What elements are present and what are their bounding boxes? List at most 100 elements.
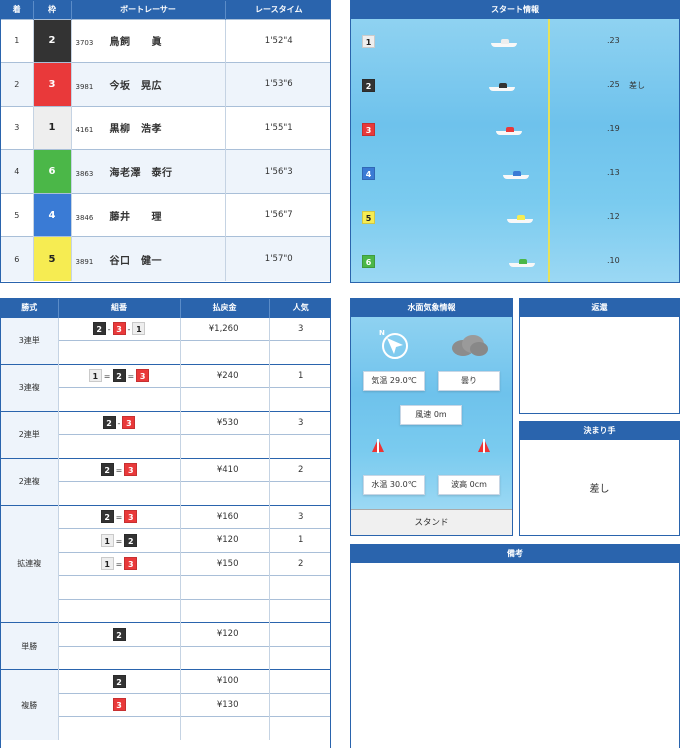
rank-cell: 3: [1, 105, 34, 150]
amount-cell: [180, 598, 270, 623]
compass-arrow-icon: N: [379, 329, 409, 359]
start-row: 4.13: [351, 153, 679, 199]
amount-cell: ¥120: [180, 528, 270, 552]
start-timing: .25: [607, 80, 620, 89]
race-time-cell: 1'56"3: [225, 149, 330, 194]
boat-cabin: [519, 259, 527, 264]
racer-cell: 4161 黒柳 浩孝: [71, 105, 226, 150]
rank-cell: 6: [1, 236, 34, 281]
start-timing: .10: [607, 256, 620, 265]
popularity-cell: 1: [269, 363, 330, 388]
popularity-cell: 1: [269, 528, 330, 552]
combo-cell: [58, 387, 181, 411]
payout-table: 勝式 組番 払戻金 人気 3連単 2-3-1 ¥1,260 3 3連複 1 = 2 = 3 ¥240 1 2連…: [1, 299, 330, 740]
waku-badge-3: 3: [136, 369, 150, 383]
wave-box: 波高 0cm: [438, 475, 500, 495]
start-row: 3.19: [351, 109, 679, 155]
table-row: 5 4 3846 藤井 理 1'56"7: [1, 192, 330, 237]
waku-badge-3: 3: [124, 463, 138, 477]
amount-cell: ¥410: [180, 457, 270, 482]
waku-badge-2: 2: [92, 322, 106, 336]
combo-separator: -: [117, 419, 121, 429]
popularity-cell: [269, 598, 330, 623]
boat-icon: [503, 171, 529, 179]
table-row: 単勝 2 ¥120: [1, 622, 330, 670]
waku-badge-6: 6: [362, 255, 375, 268]
table-row: 拡連複 2 = 3 ¥160 3: [1, 504, 330, 623]
combo-separator: -: [127, 325, 131, 335]
racer-name: 海老澤 泰行: [109, 168, 173, 180]
racer-name: 鳥飼 眞: [109, 37, 162, 49]
bet-type-cell: 拡連複: [1, 504, 59, 623]
combo-cell: 1 = 2 = 3: [58, 363, 181, 388]
waku-badge-2: 2: [112, 674, 126, 688]
combo-cell: [58, 340, 181, 364]
henkan-title: 返還: [520, 299, 679, 317]
race-time-cell: 1'57"0: [225, 236, 330, 281]
combo-separator: =: [115, 466, 123, 476]
waku-badge-3: 3: [112, 322, 126, 336]
kimarite-value: 差し: [589, 484, 610, 495]
waku-badge-1: 1: [362, 35, 375, 48]
payout-header-1: 組番: [58, 299, 181, 317]
amount-cell: ¥160: [180, 504, 270, 529]
combo-cell: 3: [58, 692, 181, 717]
waku-badge-1: 1: [88, 369, 102, 383]
start-row: 1.23: [351, 21, 679, 67]
racer-name: 今坂 晃広: [109, 80, 162, 92]
results-header-0: 着: [1, 1, 34, 19]
weather-box: 曇り: [438, 371, 500, 391]
combo-separator: =: [115, 560, 123, 570]
popularity-cell: [269, 340, 330, 364]
waku-badge-3: 3: [122, 416, 136, 430]
boat-icon: [509, 259, 535, 267]
rank-cell: 2: [1, 62, 34, 107]
table-row: 3連単 2-3-1 ¥1,260 3: [1, 316, 330, 364]
biko-title: 備考: [351, 545, 679, 563]
weather-water: N 気温 29.0℃ 曇り 風速 0m 水温 30.0℃ 波高 0cm: [351, 317, 512, 509]
combo-cell: [58, 645, 181, 670]
waku-badge-4: 4: [362, 167, 375, 180]
amount-cell: ¥130: [180, 692, 270, 717]
boat-cabin: [501, 39, 509, 44]
combo-separator: =: [127, 372, 135, 382]
combo-cell: 2: [58, 622, 181, 646]
combo-cell: 2-3: [58, 410, 181, 435]
temp-box: 気温 29.0℃: [363, 371, 425, 391]
buoy-icon: [477, 438, 491, 457]
henkan-panel: 返還: [519, 298, 680, 414]
biko-panel: 備考: [350, 544, 680, 748]
popularity-cell: [269, 387, 330, 411]
rank-cell: 4: [1, 149, 34, 194]
racer-name: 谷口 健一: [109, 255, 162, 267]
amount-cell: [180, 716, 270, 740]
waku-badge-2: 2: [124, 533, 138, 547]
table-row: 2連複 2 = 3 ¥410 2: [1, 457, 330, 505]
start-info-panel: スタート情報 1.23 2.25 差し 3.19 4.13 5.12 6.10: [350, 0, 680, 283]
results-header-1: 枠: [33, 1, 72, 19]
combo-cell: 2 = 3: [58, 504, 181, 529]
amount-cell: [180, 387, 270, 411]
racer-reg-number: 3846: [75, 213, 94, 222]
start-row: 6.10: [351, 241, 679, 282]
racer-reg-number: 3891: [75, 257, 94, 266]
combo-cell: [58, 481, 181, 505]
racer-cell: 3703 鳥飼 眞: [71, 18, 226, 63]
waku-badge-3: 3: [362, 123, 375, 136]
combo-cell: 2-3-1: [58, 316, 181, 341]
waku-badge-2: 2: [102, 416, 116, 430]
results-table: 着枠ボートレーサー レースタイム 1 2 3703 鳥飼 眞 1'52"4 2 3 3981 今坂…: [1, 1, 330, 281]
amount-cell: ¥120: [180, 622, 270, 646]
racer-reg-number: 4161: [75, 126, 94, 135]
boat-cabin: [506, 127, 514, 132]
race-time-cell: 1'55"1: [225, 105, 330, 150]
amount-cell: [180, 645, 270, 670]
bet-type-cell: 3連複: [1, 363, 59, 411]
popularity-cell: [269, 716, 330, 740]
popularity-cell: [269, 575, 330, 599]
popularity-cell: [269, 481, 330, 505]
waku-badge-3: 3: [112, 698, 126, 712]
bet-type-cell: 単勝: [1, 622, 59, 670]
payout-header-3: 人気: [269, 299, 330, 317]
amount-cell: ¥240: [180, 363, 270, 388]
